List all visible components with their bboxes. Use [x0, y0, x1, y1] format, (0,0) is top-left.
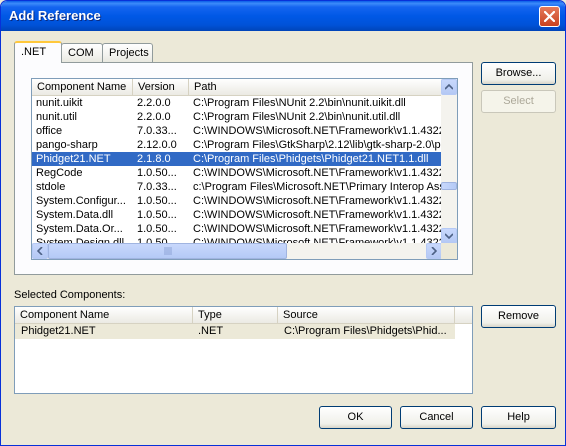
component-cell-name: pango-sharp: [36, 139, 98, 151]
tab-net[interactable]: .NET: [14, 41, 62, 63]
component-cell-version: 2.2.0.0: [137, 97, 171, 109]
tab-projects[interactable]: Projects: [102, 43, 153, 62]
column-header-type[interactable]: Type: [193, 307, 278, 324]
selected-header: Component Name Type Source: [15, 307, 472, 324]
column-header-version[interactable]: Version: [133, 79, 189, 96]
scroll-left-button[interactable]: [32, 243, 48, 259]
grip-icon: [164, 247, 172, 255]
component-cell-path: C:\WINDOWS\Microsoft.NET\Framework\v1.1.…: [193, 167, 442, 179]
component-cell-name: System.Data.Or...: [36, 223, 123, 235]
horizontal-scroll-thumb[interactable]: [48, 243, 287, 259]
horizontal-scrollbar[interactable]: [32, 243, 442, 259]
vertical-scroll-thumb[interactable]: [441, 182, 457, 190]
component-cell-path: C:\Program Files\NUnit 2.2\bin\nunit.uti…: [193, 111, 401, 123]
arrow-right-icon: [431, 247, 437, 255]
vertical-scrollbar[interactable]: [441, 79, 457, 244]
selected-components-listview[interactable]: Component Name Type Source Phidget21.NET…: [14, 306, 473, 394]
scrollbar-corner: [441, 243, 457, 259]
ok-button[interactable]: OK: [319, 406, 392, 429]
component-cell-version: 1.0.50...: [137, 209, 177, 221]
component-row[interactable]: stdole 7.0.33... c:\Program Files\Microsof…: [32, 180, 442, 194]
help-button[interactable]: Help: [481, 406, 556, 429]
component-cell-version: 7.0.33...: [137, 181, 177, 193]
components-rows: nunit.uikit 2.2.0.0 C:\Program Files\NUnit…: [32, 96, 442, 250]
component-row[interactable]: nunit.uikit 2.2.0.0 C:\Program Files\NUnit…: [32, 96, 442, 110]
component-row[interactable]: pango-sharp 2.12.0.0 C:\Program Files\GtkS…: [32, 138, 442, 152]
component-cell-path: c:\Program Files\Microsoft.NET\Primary I…: [193, 181, 442, 193]
component-cell-version: 1.0.50...: [137, 195, 177, 207]
selected-cell-source: C:\Program Files\Phidgets\Phid...: [284, 325, 447, 337]
column-header-component-name[interactable]: Component Name: [32, 79, 133, 96]
component-cell-version: 2.2.0.0: [137, 111, 171, 123]
selected-cell-type: .NET: [198, 325, 224, 337]
component-cell-version: 2.12.0.0: [137, 139, 177, 151]
remove-button[interactable]: Remove: [481, 305, 556, 328]
component-cell-name: System.Data.dll: [36, 209, 114, 221]
arrow-left-icon: [37, 247, 43, 255]
selected-components-label: Selected Components:: [14, 289, 126, 301]
selected-row[interactable]: Phidget21.NET .NET C:\Program Files\Phid…: [15, 324, 455, 339]
component-cell-name: nunit.util: [36, 111, 77, 123]
component-row[interactable]: System.Data.Or... 1.0.50... C:\WINDOWS\Mic…: [32, 222, 442, 236]
close-icon: [544, 11, 555, 22]
component-cell-name: Phidget21.NET: [36, 153, 111, 165]
component-cell-version: 1.0.50...: [137, 167, 177, 179]
components-listview[interactable]: Component Name Version Path nunit.uikit 2…: [31, 78, 458, 260]
column-header-path[interactable]: Path: [189, 79, 442, 96]
component-cell-path: C:\WINDOWS\Microsoft.NET\Framework\v1.1.…: [193, 195, 442, 207]
component-row[interactable]: nunit.util 2.2.0.0 C:\Program Files\NUnit …: [32, 110, 442, 124]
title-bar[interactable]: Add Reference: [1, 1, 565, 31]
window-title: Add Reference: [9, 8, 101, 23]
component-cell-path: C:\Program Files\Phidgets\Phidget21.NET1…: [193, 153, 429, 165]
component-row[interactable]: System.Configur... 1.0.50... C:\WINDOWS\Mi…: [32, 194, 442, 208]
browse-button[interactable]: Browse...: [481, 62, 556, 85]
component-cell-path: C:\WINDOWS\Microsoft.NET\Framework\v1.1.…: [193, 125, 442, 137]
arrow-down-icon: [445, 233, 453, 239]
component-row[interactable]: Phidget21.NET 2.1.8.0 C:\Program Files\Phi…: [32, 152, 442, 166]
component-cell-name: nunit.uikit: [36, 97, 83, 109]
column-header-source[interactable]: Source: [278, 307, 455, 324]
components-header: Component Name Version Path: [32, 79, 442, 96]
scroll-down-button[interactable]: [441, 228, 457, 244]
arrow-up-icon: [445, 84, 453, 90]
close-button[interactable]: [539, 6, 560, 27]
tab-com[interactable]: COM: [61, 43, 103, 62]
add-reference-dialog: Add Reference .NET COM Projects Componen…: [0, 0, 566, 446]
column-header-component-name[interactable]: Component Name: [15, 307, 193, 324]
component-cell-path: C:\WINDOWS\Microsoft.NET\Framework\v1.1.…: [193, 223, 442, 235]
component-cell-path: C:\WINDOWS\Microsoft.NET\Framework\v1.1.…: [193, 209, 442, 221]
component-cell-name: stdole: [36, 181, 66, 193]
scroll-right-button[interactable]: [426, 243, 442, 259]
selected-cell-name: Phidget21.NET: [21, 325, 96, 337]
cancel-button[interactable]: Cancel: [400, 406, 473, 429]
component-cell-path: C:\Program Files\NUnit 2.2\bin\nunit.uik…: [193, 97, 406, 109]
component-cell-version: 7.0.33...: [137, 125, 177, 137]
component-cell-version: 2.1.8.0: [137, 153, 171, 165]
component-cell-name: System.Configur...: [36, 195, 126, 207]
component-cell-version: 1.0.50...: [137, 223, 177, 235]
component-row[interactable]: System.Data.dll 1.0.50... C:\WINDOWS\Micro…: [32, 208, 442, 222]
component-row[interactable]: office 7.0.33... C:\WINDOWS\Microsoft.NET\…: [32, 124, 442, 138]
component-cell-name: RegCode: [36, 167, 83, 179]
component-cell-path: C:\Program Files\GtkSharp\2.12\lib\gtk-s…: [193, 139, 441, 151]
component-row[interactable]: RegCode 1.0.50... C:\WINDOWS\Microsoft.NET…: [32, 166, 442, 180]
select-button[interactable]: Select: [481, 90, 556, 113]
component-cell-name: office: [36, 125, 63, 137]
scroll-up-button[interactable]: [441, 79, 457, 95]
